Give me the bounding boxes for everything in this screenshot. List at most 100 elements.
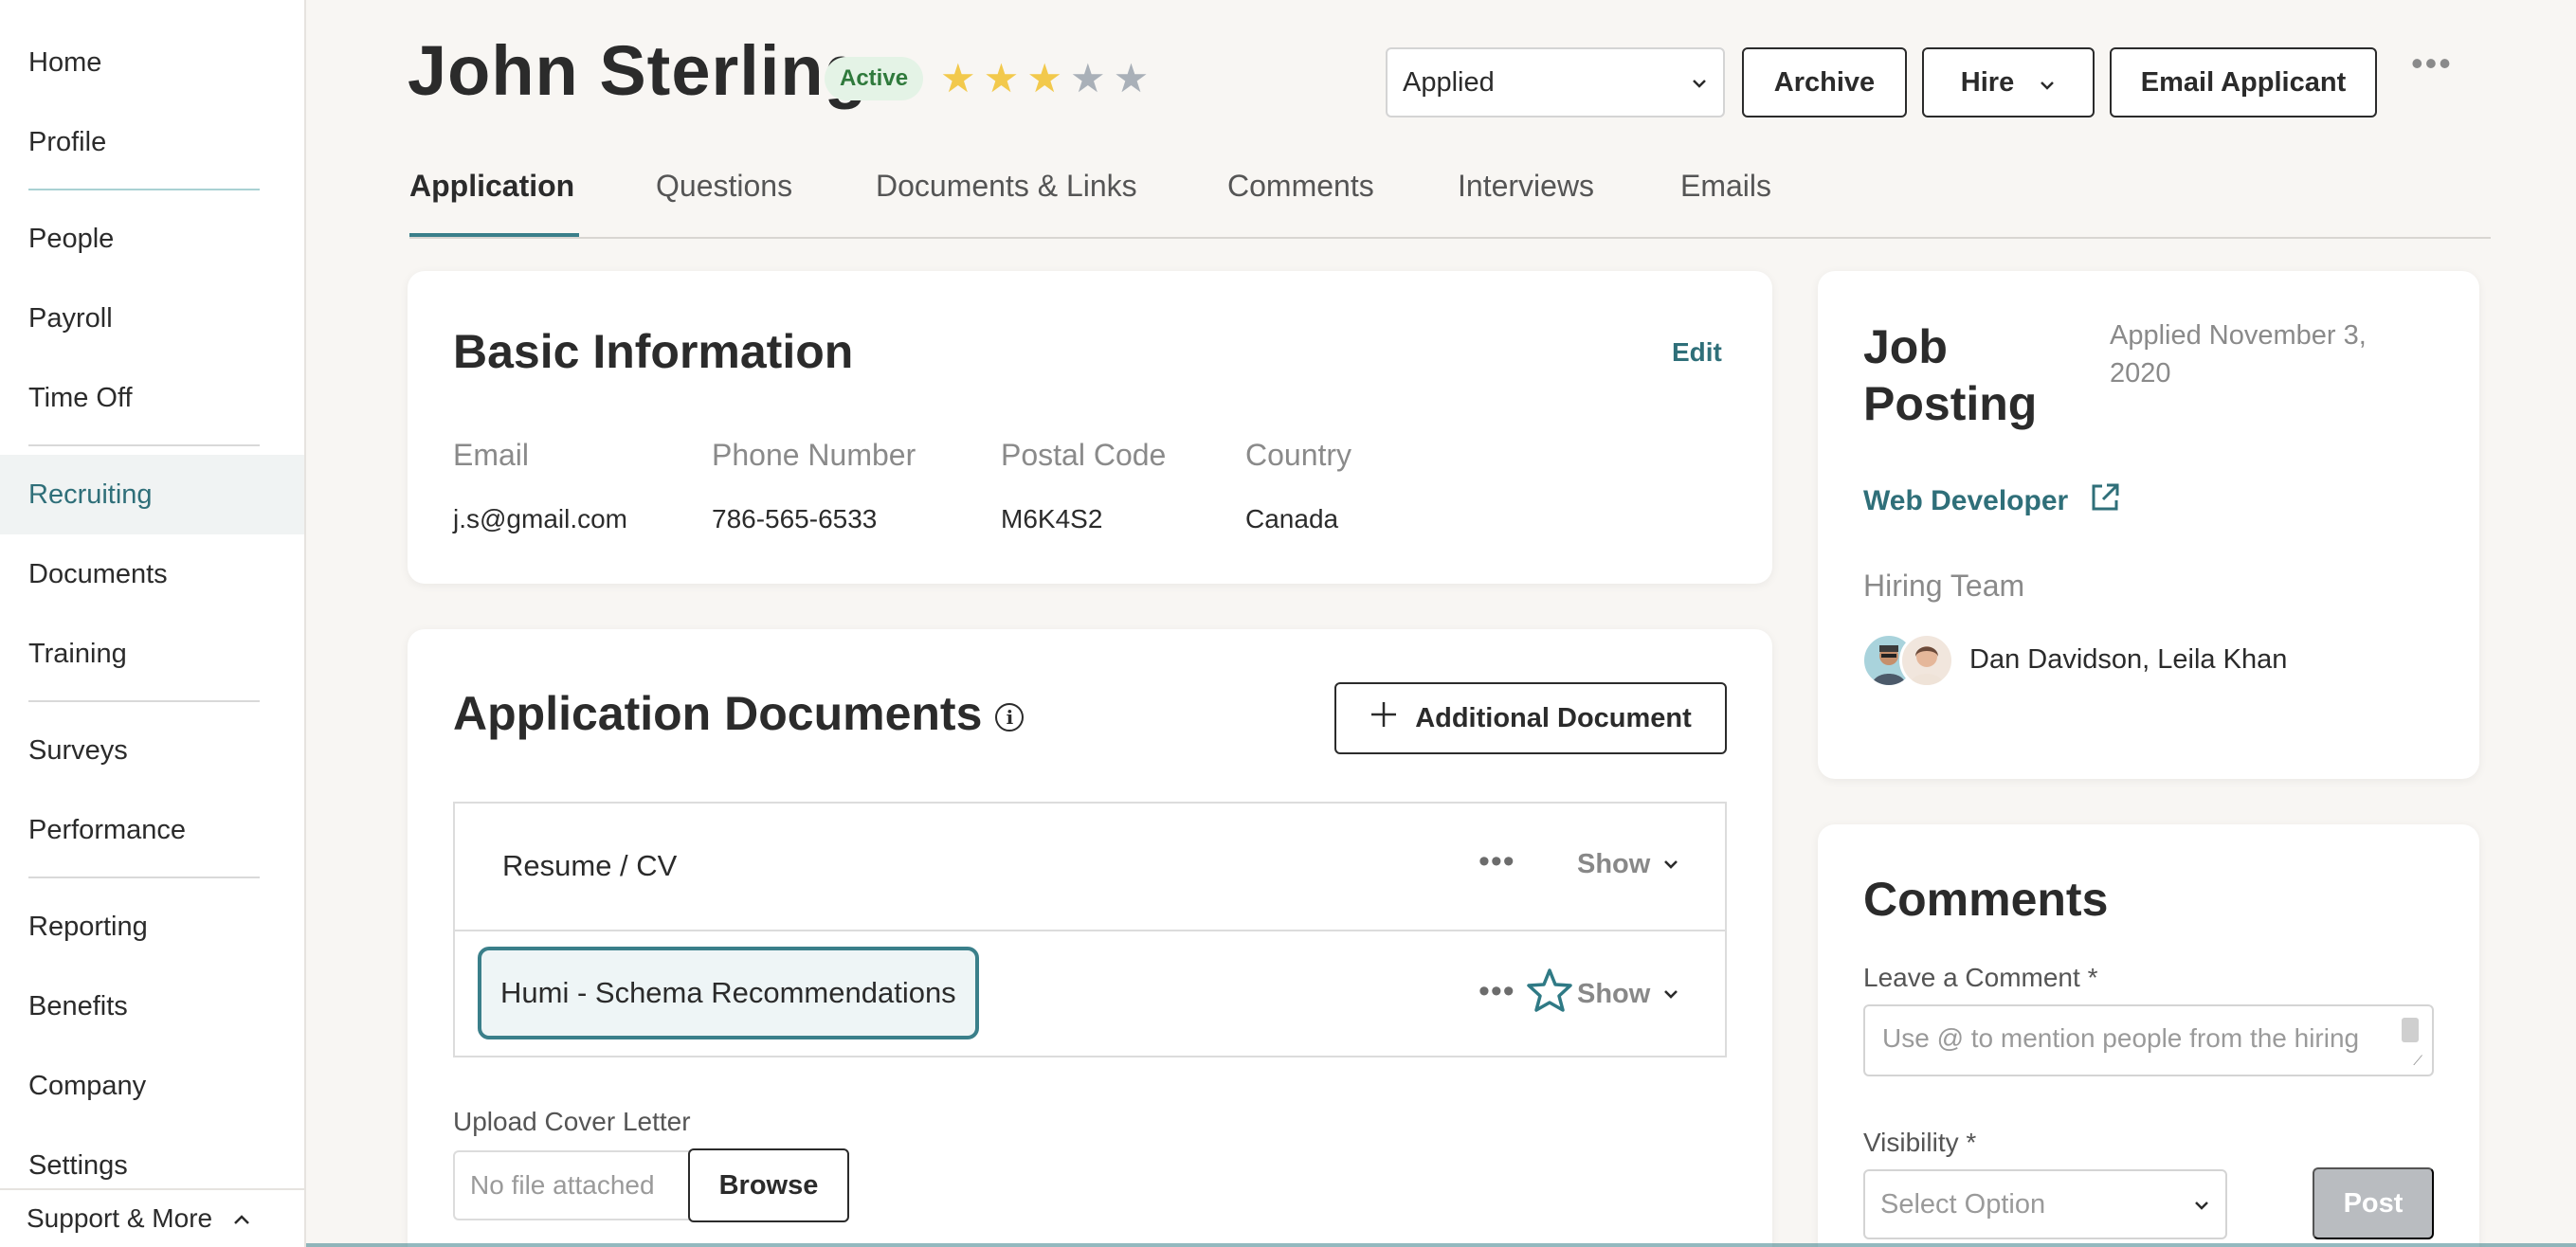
visibility-select-value: Select Option bbox=[1880, 1188, 2046, 1220]
viewport-bottom-border bbox=[306, 1243, 2576, 1247]
hiring-team-label: Hiring Team bbox=[1863, 569, 2025, 603]
sidebar-divider bbox=[28, 877, 260, 878]
applied-date: Applied November 3, 2020 bbox=[2110, 320, 2367, 389]
tab-questions[interactable]: Questions bbox=[656, 169, 792, 204]
rating-stars[interactable]: ★ ★ ★ ★ ★ bbox=[940, 57, 1149, 100]
more-options-icon[interactable]: ••• bbox=[2411, 44, 2453, 83]
chevron-down-icon bbox=[2193, 1192, 2210, 1217]
show-label: Show bbox=[1577, 979, 1651, 1009]
star-outline-icon[interactable] bbox=[1526, 967, 1573, 1018]
sidebar-item-surveys[interactable]: Surveys bbox=[0, 711, 304, 790]
star-icon[interactable]: ★ bbox=[1114, 57, 1150, 100]
phone-label: Phone Number bbox=[712, 438, 916, 472]
document-name[interactable]: Humi - Schema Recommendations bbox=[478, 947, 979, 1039]
documents-table: Resume / CV ••• Show Humi - Schema Recom… bbox=[453, 802, 1727, 1057]
application-documents-title: Application Documents i bbox=[453, 686, 1025, 741]
country-label: Country bbox=[1245, 438, 1352, 472]
hire-button[interactable]: Hire bbox=[1922, 47, 2095, 117]
email-value: j.s@gmail.com bbox=[453, 504, 628, 533]
tab-bar: Application Questions Documents & Links … bbox=[409, 142, 2491, 239]
additional-document-label: Additional Document bbox=[1415, 702, 1692, 733]
tab-application[interactable]: Application bbox=[409, 169, 574, 204]
job-title: Web Developer bbox=[1863, 485, 2069, 516]
active-tab-indicator bbox=[409, 233, 579, 237]
avatar bbox=[1899, 633, 1954, 688]
sidebar-item-profile[interactable]: Profile bbox=[0, 102, 304, 182]
star-icon[interactable]: ★ bbox=[1026, 57, 1062, 100]
leave-comment-label: Leave a Comment * bbox=[1863, 963, 2098, 992]
tab-documents-links[interactable]: Documents & Links bbox=[876, 169, 1137, 204]
support-label: Support & More bbox=[27, 1203, 213, 1233]
chevron-down-icon bbox=[1691, 70, 1708, 95]
application-documents-title-text: Application Documents bbox=[453, 687, 983, 740]
sidebar-item-people[interactable]: People bbox=[0, 199, 304, 279]
sidebar-divider bbox=[28, 700, 260, 702]
info-icon[interactable]: i bbox=[995, 702, 1025, 732]
support-more-toggle[interactable]: Support & More bbox=[0, 1188, 304, 1247]
chevron-up-icon bbox=[233, 1206, 250, 1231]
country-value: Canada bbox=[1245, 504, 1339, 533]
sidebar-item-company[interactable]: Company bbox=[0, 1046, 304, 1126]
chevron-down-icon bbox=[1663, 984, 1678, 1005]
phone-value: 786-565-6533 bbox=[712, 504, 878, 533]
status-badge: Active bbox=[825, 57, 924, 100]
visibility-label: Visibility * bbox=[1863, 1128, 1977, 1157]
additional-document-button[interactable]: Additional Document bbox=[1334, 682, 1727, 754]
email-applicant-button[interactable]: Email Applicant bbox=[2110, 47, 2377, 117]
row-more-icon[interactable]: ••• bbox=[1478, 843, 1515, 880]
sidebar: Home Profile People Payroll Time Off Rec… bbox=[0, 0, 306, 1247]
stage-select[interactable]: Applied bbox=[1386, 47, 1725, 117]
edit-link[interactable]: Edit bbox=[1672, 337, 1722, 368]
sidebar-item-training[interactable]: Training bbox=[0, 614, 304, 694]
plus-icon bbox=[1370, 700, 1398, 736]
scrollbar[interactable] bbox=[2402, 1018, 2419, 1042]
basic-information-title: Basic Information bbox=[453, 325, 854, 378]
upload-cover-letter-label: Upload Cover Letter bbox=[453, 1107, 691, 1136]
job-posting-link[interactable]: Web Developer bbox=[1863, 481, 2121, 521]
basic-information-card: Basic Information Edit Email j.s@gmail.c… bbox=[408, 271, 1772, 584]
sidebar-item-home[interactable]: Home bbox=[0, 23, 304, 102]
chevron-down-icon bbox=[2039, 67, 2056, 99]
sidebar-divider bbox=[28, 189, 260, 190]
postal-code-label: Postal Code bbox=[1001, 438, 1167, 472]
applicant-name: John Sterling bbox=[408, 31, 868, 110]
job-posting-title: Job Posting bbox=[1863, 320, 2038, 430]
table-row: Resume / CV ••• Show bbox=[455, 804, 1725, 930]
resize-handle-icon[interactable]: ⟋ bbox=[2413, 1053, 2422, 1069]
email-label: Email bbox=[453, 438, 530, 472]
star-icon[interactable]: ★ bbox=[1070, 57, 1106, 100]
visibility-select[interactable]: Select Option bbox=[1863, 1169, 2227, 1239]
post-button[interactable]: Post bbox=[2313, 1167, 2434, 1239]
hiring-team-avatars bbox=[1861, 633, 1962, 688]
sidebar-item-payroll[interactable]: Payroll bbox=[0, 279, 304, 358]
external-link-icon bbox=[2089, 481, 2121, 521]
sidebar-item-performance[interactable]: Performance bbox=[0, 790, 304, 870]
comment-placeholder: Use @ to mention people from the hiring bbox=[1882, 1023, 2360, 1053]
tab-comments[interactable]: Comments bbox=[1227, 169, 1374, 204]
stage-select-value: Applied bbox=[1403, 66, 1495, 98]
table-row: Humi - Schema Recommendations ••• Show bbox=[455, 930, 1725, 1056]
browse-button[interactable]: Browse bbox=[688, 1148, 849, 1222]
tab-emails[interactable]: Emails bbox=[1680, 169, 1771, 204]
cover-letter-file-field[interactable]: No file attached bbox=[453, 1150, 690, 1220]
star-icon[interactable]: ★ bbox=[984, 57, 1020, 100]
sidebar-divider bbox=[28, 444, 260, 446]
postal-code-value: M6K4S2 bbox=[1001, 504, 1103, 533]
sidebar-item-benefits[interactable]: Benefits bbox=[0, 967, 304, 1046]
hiring-team-members: Dan Davidson, Leila Khan bbox=[1969, 644, 2288, 675]
document-name[interactable]: Resume / CV bbox=[502, 849, 677, 883]
show-toggle[interactable]: Show bbox=[1577, 979, 1678, 1010]
sidebar-item-documents[interactable]: Documents bbox=[0, 534, 304, 614]
hire-button-label: Hire bbox=[1960, 66, 2015, 98]
star-icon[interactable]: ★ bbox=[940, 57, 976, 100]
sidebar-item-recruiting[interactable]: Recruiting bbox=[0, 455, 304, 534]
tab-interviews[interactable]: Interviews bbox=[1458, 169, 1594, 204]
comments-title: Comments bbox=[1863, 873, 2109, 926]
show-toggle[interactable]: Show bbox=[1577, 849, 1678, 880]
archive-button[interactable]: Archive bbox=[1742, 47, 1907, 117]
sidebar-item-time-off[interactable]: Time Off bbox=[0, 358, 304, 438]
row-more-icon[interactable]: ••• bbox=[1478, 973, 1515, 1010]
chevron-down-icon bbox=[1663, 854, 1678, 876]
sidebar-item-reporting[interactable]: Reporting bbox=[0, 887, 304, 967]
comment-textarea[interactable]: Use @ to mention people from the hiring … bbox=[1863, 1004, 2434, 1076]
